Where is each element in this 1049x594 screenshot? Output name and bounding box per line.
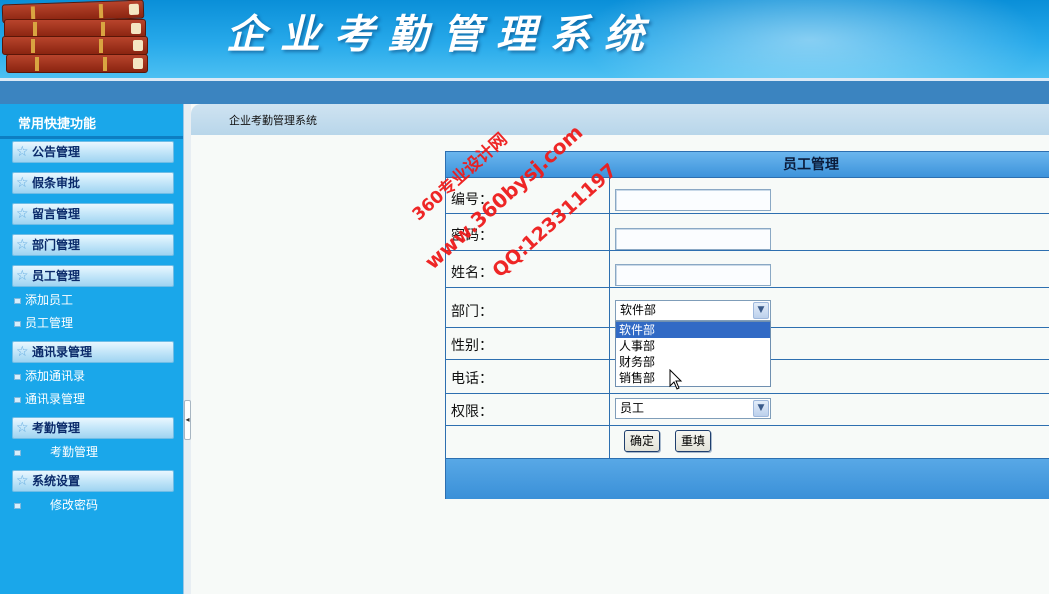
- menu-group-label: 通讯录管理: [32, 345, 93, 359]
- reset-button[interactable]: 重填: [675, 430, 712, 452]
- collapse-sidebar-handle[interactable]: ◂: [184, 400, 191, 440]
- chevron-down-icon: ▼: [753, 400, 769, 417]
- submit-button[interactable]: 确定: [624, 430, 661, 452]
- menu-group-label: 公告管理: [32, 145, 81, 159]
- bullet-icon: [14, 449, 21, 456]
- dropdown-option[interactable]: 人事部: [616, 338, 770, 354]
- star-icon: ☆: [16, 206, 29, 222]
- bullet-icon: [14, 502, 21, 509]
- menu-group-label: 部门管理: [32, 238, 81, 252]
- menu-group-attendance[interactable]: ☆ 考勤管理: [12, 417, 174, 439]
- menu-group-system-settings[interactable]: ☆ 系统设置: [12, 470, 174, 492]
- field-label: 部门：: [451, 304, 493, 320]
- menu-group-label: 留言管理: [32, 207, 81, 221]
- sidebar-item-contact-management[interactable]: 通讯录管理: [14, 391, 85, 407]
- field-label: 姓名：: [451, 265, 493, 281]
- field-label: 性别：: [451, 338, 493, 354]
- sidebar-item-label: 通讯录管理: [25, 392, 86, 406]
- sidebar-item-change-password[interactable]: 修改密码: [14, 497, 98, 513]
- star-icon: ☆: [16, 344, 29, 360]
- bullet-icon: [14, 297, 21, 304]
- password-input[interactable]: [615, 228, 771, 250]
- bullet-icon: [14, 373, 21, 380]
- menu-group-employees[interactable]: ☆ 员工管理: [12, 265, 174, 287]
- sidebar-item-label: 添加通讯录: [25, 369, 86, 383]
- dropdown-option[interactable]: 财务部: [616, 354, 770, 370]
- star-icon: ☆: [16, 420, 29, 436]
- role-selected-value: 员工: [620, 401, 645, 415]
- sidebar-item-add-employee[interactable]: 添加员工: [14, 292, 73, 308]
- name-input[interactable]: [615, 264, 771, 286]
- mouse-cursor-icon: [669, 369, 683, 390]
- menu-group-label: 考勤管理: [32, 421, 81, 435]
- star-icon: ☆: [16, 237, 29, 253]
- breadcrumb-bar: 企业考勤管理系统: [191, 104, 1049, 135]
- menu-group-label: 员工管理: [32, 269, 81, 283]
- menu-group-departments[interactable]: ☆ 部门管理: [12, 234, 174, 256]
- department-dropdown-list: 软件部 人事部 财务部 销售部: [615, 321, 771, 387]
- sidebar-item-label: 考勤管理: [50, 445, 99, 459]
- field-label: 电话：: [451, 371, 493, 387]
- menu-group-announcements[interactable]: ☆ 公告管理: [12, 141, 174, 163]
- bullet-icon: [14, 396, 21, 403]
- sidebar-title: 常用快捷功能: [18, 117, 97, 132]
- star-icon: ☆: [16, 175, 29, 191]
- sidebar-item-employee-management[interactable]: 员工管理: [14, 315, 73, 331]
- dropdown-option[interactable]: 销售部: [616, 370, 770, 386]
- sidebar-item-label: 员工管理: [25, 316, 74, 330]
- menu-group-contacts[interactable]: ☆ 通讯录管理: [12, 341, 174, 363]
- star-icon: ☆: [16, 268, 29, 284]
- menu-group-label: 系统设置: [32, 474, 81, 488]
- chevron-down-icon: ▼: [753, 302, 769, 319]
- sidebar-item-label: 修改密码: [50, 498, 99, 512]
- star-icon: ☆: [16, 144, 29, 160]
- department-selected-value: 软件部: [620, 303, 657, 317]
- menu-group-messages[interactable]: ☆ 留言管理: [12, 203, 174, 225]
- field-label: 权限：: [451, 404, 493, 420]
- breadcrumb: 企业考勤管理系统: [229, 114, 317, 127]
- app-header: 企业考勤管理系统: [0, 0, 1049, 78]
- app-title: 企业考勤管理系统: [226, 11, 658, 58]
- menu-group-leave-approval[interactable]: ☆ 假条审批: [12, 172, 174, 194]
- sidebar-divider: [0, 136, 183, 139]
- sidebar-item-label: 添加员工: [25, 293, 74, 307]
- form-row-actions: [446, 426, 1049, 459]
- sidebar-item-attendance-management[interactable]: 考勤管理: [14, 444, 98, 460]
- menu-group-label: 假条审批: [32, 176, 81, 190]
- department-select[interactable]: 软件部 ▼: [615, 300, 771, 321]
- star-icon: ☆: [16, 473, 29, 489]
- sidebar-item-add-contact[interactable]: 添加通讯录: [14, 368, 85, 384]
- books-logo: [0, 0, 160, 78]
- sidebar: 常用快捷功能 ☆ 公告管理 ☆ 假条审批 ☆ 留言管理 ☆ 部门管理 ☆ 员工管…: [0, 104, 183, 594]
- top-nav-bar: [0, 81, 1049, 104]
- role-select[interactable]: 员工 ▼: [615, 398, 771, 419]
- dropdown-option[interactable]: 软件部: [616, 322, 770, 338]
- form-footer: [446, 459, 1049, 499]
- id-input[interactable]: [615, 189, 771, 211]
- bullet-icon: [14, 320, 21, 327]
- sidebar-splitter: ◂: [183, 104, 191, 594]
